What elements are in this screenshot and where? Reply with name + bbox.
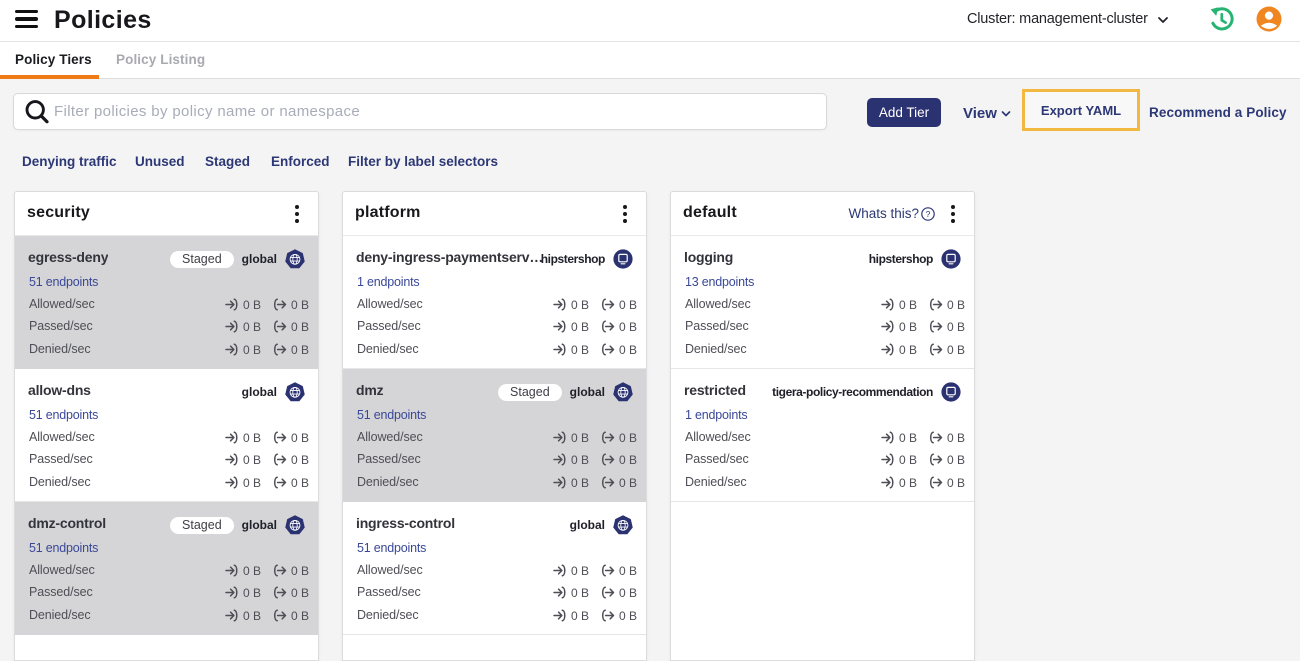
- svg-text:?: ?: [926, 209, 931, 219]
